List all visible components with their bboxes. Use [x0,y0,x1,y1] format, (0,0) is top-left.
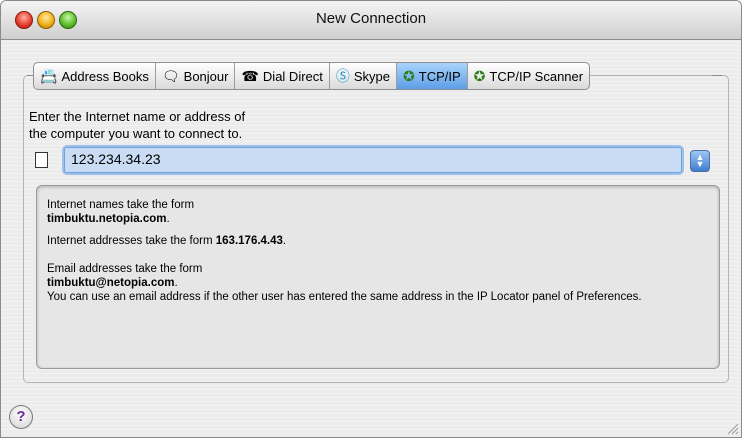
address-book-icon: 📇 [40,67,58,84]
email-help-text: Email addresses take the form timbuktu@n… [47,263,642,303]
skype-icon: Ⓢ [335,68,350,84]
tab-address-books[interactable]: 📇 Address Books [34,63,156,89]
tab-groove-right [712,75,722,76]
connection-type-tabs: 📇 Address Books 🗨 Bonjour ☎ Dial Direct … [33,62,591,90]
telephone-icon: ☎ [241,67,259,84]
network-icon: ✪ [403,67,415,84]
help-button[interactable]: ? [9,405,33,429]
tab-tcp-ip[interactable]: ✪ TCP/IP [397,63,468,89]
addresses-example: 163.176.4.43 [215,235,283,247]
tab-label: TCP/IP [418,68,461,84]
tab-label: Bonjour [183,68,229,84]
tab-bonjour[interactable]: 🗨 Bonjour [156,63,236,89]
tab-label: Dial Direct [262,68,323,84]
prompt-line-2: the computer you want to connect to. [29,126,243,141]
window-title: New Connection [315,10,427,27]
address-field-frame [64,147,683,173]
tab-label: Skype [353,68,391,84]
tab-dial-direct[interactable]: ☎ Dial Direct [235,63,330,89]
chevron-down-icon: ▼ [695,159,705,169]
address-history-popup-button[interactable]: ▲ ▼ [690,150,710,172]
email-note: You can use an email address if the othe… [47,291,642,303]
address-prompt: Enter the Internet name or address of th… [29,108,549,142]
help-info-box: Internet names take the form timbuktu.ne… [36,185,720,369]
document-icon [35,152,48,168]
address-input[interactable] [65,148,683,170]
tab-label: Address Books [61,68,149,84]
prompt-line-1: Enter the Internet name or address of [29,109,246,124]
email-example: timbuktu@netopia.com [47,277,175,289]
new-connection-window: New Connection 📇 Address Books 🗨 Bonjour… [0,0,742,438]
network-scanner-icon: ✪ [473,67,486,84]
title-bar[interactable]: New Connection [1,1,741,40]
names-example: timbuktu.netopia.com [47,213,167,225]
tab-tcp-ip-scanner[interactable]: ✪ TCP/IP Scanner [468,63,589,89]
names-help-text: Internet names take the form timbuktu.ne… [47,199,195,225]
bonjour-icon: 🗨 [161,67,180,84]
tab-label: TCP/IP Scanner [489,68,584,84]
addresses-help-text: Internet addresses take the form 163.176… [47,235,287,247]
resize-grip-icon[interactable] [725,421,739,435]
tab-skype[interactable]: Ⓢ Skype [330,63,398,89]
